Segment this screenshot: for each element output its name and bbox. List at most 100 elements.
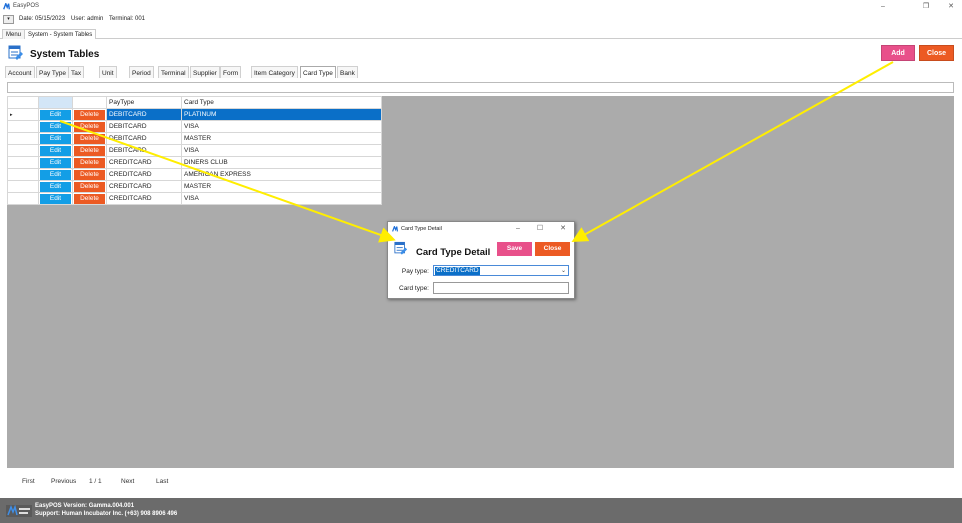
last-page-button[interactable]: Last (156, 478, 168, 485)
easypos-logo-icon (3, 3, 10, 10)
card-type-input[interactable] (433, 282, 569, 294)
subtab-form[interactable]: Form (220, 66, 242, 78)
subtab-supplier[interactable]: Supplier (190, 66, 220, 78)
previous-page-button[interactable]: Previous (51, 478, 76, 485)
window-close-button[interactable]: ✕ (946, 2, 956, 11)
tab-menu[interactable]: Menu (2, 29, 26, 39)
add-button[interactable]: Add (881, 45, 915, 61)
delete-button[interactable]: Delete (74, 121, 105, 132)
table-row[interactable]: Edit Delete DEBITCARD VISA (7, 120, 382, 133)
paytype-cell[interactable]: CREDITCARD (106, 192, 182, 205)
cardtype-column-header[interactable]: Card Type (181, 96, 382, 109)
paytype-cell[interactable]: CREDITCARD (106, 156, 182, 169)
save-button[interactable]: Save (497, 242, 532, 256)
cardtype-cell[interactable]: AMERICAN EXPRESS (181, 168, 382, 181)
delete-button[interactable]: Delete (74, 145, 105, 156)
delete-cell: Delete (72, 168, 107, 181)
page-title: System Tables (30, 49, 100, 60)
subtab-item-category[interactable]: Item Category (251, 66, 298, 78)
row-header (7, 132, 39, 145)
cardtype-cell[interactable]: VISA (181, 120, 382, 133)
paytype-cell[interactable]: DEBITCARD (106, 108, 182, 121)
subtab-terminal[interactable]: Terminal (158, 66, 189, 78)
edit-column-header[interactable] (38, 96, 73, 109)
table-row[interactable]: Edit Delete CREDITCARD MASTER (7, 180, 382, 193)
cardtype-cell[interactable]: MASTER (181, 180, 382, 193)
delete-cell: Delete (72, 192, 107, 205)
edit-button[interactable]: Edit (40, 133, 71, 144)
paytype-column-header[interactable]: PayType (106, 96, 182, 109)
dialog-heading: Card Type Detail (416, 247, 491, 258)
dialog-maximize-button[interactable]: ☐ (536, 225, 544, 233)
row-header (7, 144, 39, 157)
filter-input[interactable] (7, 82, 954, 93)
subtab-unit[interactable]: Unit (99, 66, 117, 78)
restore-button[interactable]: ❐ (921, 2, 931, 11)
edit-button[interactable]: Edit (40, 157, 71, 168)
subtab-period[interactable]: Period (129, 66, 154, 78)
table-edit-icon (8, 45, 23, 60)
table-row[interactable]: Edit Delete DEBITCARD MASTER (7, 132, 382, 145)
edit-button[interactable]: Edit (40, 181, 71, 192)
edit-button[interactable]: Edit (40, 169, 71, 180)
chevron-down-icon[interactable]: ⌄ (561, 266, 566, 276)
easypos-logo-icon (392, 226, 398, 232)
table-row[interactable]: ▸ Edit Delete DEBITCARD PLATINUM (7, 108, 382, 121)
paytype-cell[interactable]: CREDITCARD (106, 168, 182, 181)
edit-cell: Edit (38, 108, 73, 121)
paytype-cell[interactable]: CREDITCARD (106, 180, 182, 193)
delete-button[interactable]: Delete (74, 109, 105, 120)
tab-system-tables[interactable]: System - System Tables (24, 29, 97, 39)
page-indicator: 1 / 1 (89, 478, 102, 485)
row-header (7, 120, 39, 133)
cardtype-cell[interactable]: PLATINUM (181, 108, 382, 121)
session-date: Date: 05/15/2023 (19, 16, 66, 22)
close-button[interactable]: Close (919, 45, 954, 61)
delete-button[interactable]: Delete (74, 193, 105, 204)
delete-button[interactable]: Delete (74, 169, 105, 180)
table-row[interactable]: Edit Delete CREDITCARD AMERICAN EXPRESS (7, 168, 382, 181)
delete-button[interactable]: Delete (74, 157, 105, 168)
table-row[interactable]: Edit Delete CREDITCARD VISA (7, 192, 382, 205)
paytype-cell[interactable]: DEBITCARD (106, 144, 182, 157)
card-type-detail-dialog: Card Type Detail – ☐ ✕ Card Type Detail … (387, 221, 575, 299)
table-row[interactable]: Edit Delete DEBITCARD VISA (7, 144, 382, 157)
menu-dropdown-button[interactable]: ▾ (3, 15, 14, 24)
dialog-close-button[interactable]: Close (535, 242, 570, 256)
paytype-cell[interactable]: DEBITCARD (106, 120, 182, 133)
delete-button[interactable]: Delete (74, 181, 105, 192)
subtab-tax[interactable]: Tax (68, 66, 85, 78)
table-row[interactable]: Edit Delete CREDITCARD DINERS CLUB (7, 156, 382, 169)
paytype-cell[interactable]: DEBITCARD (106, 132, 182, 145)
subtab-card-type[interactable]: Card Type (300, 66, 336, 78)
dialog-minimize-button[interactable]: – (514, 225, 522, 233)
edit-button[interactable]: Edit (40, 109, 71, 120)
edit-cell: Edit (38, 144, 73, 157)
window-titlebar: EasyPOS – ❐ ✕ (0, 0, 962, 13)
cardtype-cell[interactable]: MASTER (181, 132, 382, 145)
row-header (7, 168, 39, 181)
window-title: EasyPOS (13, 3, 40, 9)
delete-column-header[interactable] (72, 96, 107, 109)
minimize-button[interactable]: – (878, 2, 888, 11)
edit-cell: Edit (38, 156, 73, 169)
edit-cell: Edit (38, 180, 73, 193)
session-terminal: Terminal: 001 (109, 16, 146, 22)
edit-button[interactable]: Edit (40, 145, 71, 156)
next-page-button[interactable]: Next (121, 478, 134, 485)
delete-button[interactable]: Delete (74, 133, 105, 144)
dialog-close-x-button[interactable]: ✕ (559, 225, 567, 233)
edit-cell: Edit (38, 192, 73, 205)
cardtype-cell[interactable]: VISA (181, 192, 382, 205)
pay-type-select[interactable]: CREDITCARD ⌄ (433, 265, 569, 276)
subtab-bank[interactable]: Bank (337, 66, 358, 78)
delete-cell: Delete (72, 180, 107, 193)
cardtype-cell[interactable]: VISA (181, 144, 382, 157)
first-page-button[interactable]: First (22, 478, 35, 485)
table-edit-icon (394, 241, 408, 255)
subtab-pay-type[interactable]: Pay Type (36, 66, 69, 78)
edit-button[interactable]: Edit (40, 121, 71, 132)
subtab-account[interactable]: Account (5, 66, 35, 78)
cardtype-cell[interactable]: DINERS CLUB (181, 156, 382, 169)
edit-button[interactable]: Edit (40, 193, 71, 204)
